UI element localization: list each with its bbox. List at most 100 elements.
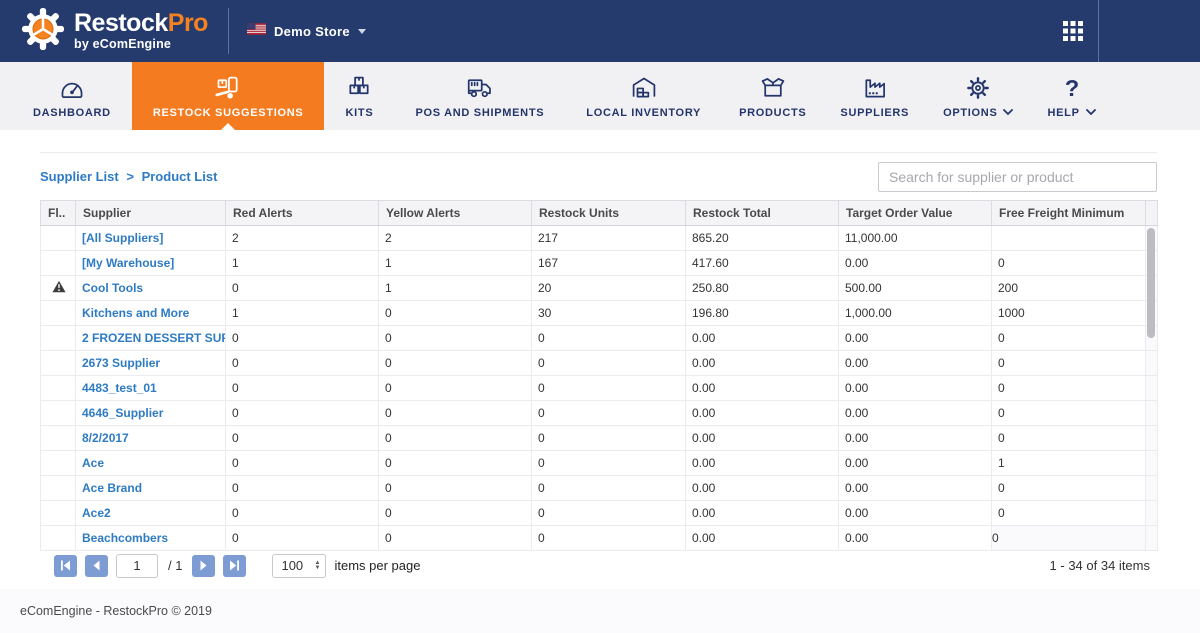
table-row: 2 FROZEN DESSERT SUPP… 0 0 0 0.00 0.00 0 <box>40 325 1158 351</box>
nav-pos-and-shipments[interactable]: POS AND SHIPMENTS <box>394 62 565 130</box>
yellow-alerts-cell: 0 <box>378 525 532 551</box>
warning-icon <box>52 280 66 293</box>
table-row: Beachcombers 0 0 0 0.00 0.00 0 <box>40 525 1158 551</box>
vertical-scrollbar-thumb[interactable] <box>1147 228 1155 338</box>
target-order-value-cell: 0.00 <box>838 425 992 451</box>
restock-total-cell: 0.00 <box>685 450 839 476</box>
hand-truck-icon <box>214 74 242 101</box>
nav-local-inventory[interactable]: LOCAL INVENTORY <box>565 62 722 130</box>
supplier-cell: Kitchens and More <box>75 300 226 326</box>
supplier-link[interactable]: Ace Brand <box>82 481 142 495</box>
breadcrumb-separator: > <box>126 169 134 184</box>
table-row: Cool Tools 0 1 20 250.80 500.00 200 <box>40 275 1158 301</box>
nav-label: SUPPLIERS <box>840 106 910 119</box>
nav-suppliers[interactable]: SUPPLIERS <box>823 62 926 130</box>
supplier-link[interactable]: [My Warehouse] <box>82 256 174 270</box>
first-page-button[interactable] <box>54 554 77 577</box>
flag-cell <box>40 300 76 326</box>
nav-dashboard[interactable]: DASHBOARD <box>12 62 132 130</box>
restock-total-cell: 0.00 <box>685 400 839 426</box>
supplier-link[interactable]: Cool Tools <box>82 281 143 295</box>
apps-grid-button[interactable] <box>1049 0 1098 62</box>
supplier-link[interactable]: 2 FROZEN DESSERT SUPP… <box>82 331 226 345</box>
flag-cell <box>40 375 76 401</box>
target-order-value-cell: 0.00 <box>838 350 992 376</box>
yellow-alerts-cell: 0 <box>378 450 532 476</box>
supplier-cell: 4646_Supplier <box>75 400 226 426</box>
col-supplier[interactable]: Supplier <box>75 200 226 226</box>
supplier-link[interactable]: 4483_test_01 <box>82 381 157 395</box>
flag-cell <box>40 400 76 426</box>
restock-units-cell: 167 <box>531 250 686 276</box>
last-page-button[interactable] <box>223 554 247 577</box>
nav-restock-suggestions[interactable]: RESTOCK SUGGESTIONS <box>131 62 325 130</box>
supplier-link[interactable]: Ace <box>82 456 104 470</box>
nav-products[interactable]: PRODUCTS <box>722 62 823 130</box>
col-target-order-value[interactable]: Target Order Value <box>838 200 992 226</box>
content-card: Supplier List > Product List Fl.. Suppli… <box>40 152 1158 551</box>
brand-name: RestockPro <box>74 9 208 38</box>
supplier-link[interactable]: [All Suppliers] <box>82 231 163 245</box>
free-freight-cell: 1000 <box>991 300 1146 326</box>
free-freight-cell: 0 <box>991 250 1146 276</box>
supplier-link[interactable]: Beachcombers <box>82 531 168 545</box>
breadcrumb-product-list[interactable]: Product List <box>142 169 218 184</box>
red-alerts-cell: 0 <box>225 275 379 301</box>
table-row: Ace Brand 0 0 0 0.00 0.00 0 <box>40 475 1158 501</box>
scroll-track-cell <box>1145 425 1158 451</box>
supplier-cell: Ace Brand <box>75 475 226 501</box>
col-restock-total[interactable]: Restock Total <box>685 200 839 226</box>
nav-kits[interactable]: KITS <box>324 62 394 130</box>
col-flags[interactable]: Fl.. <box>40 200 76 226</box>
nav-options[interactable]: OPTIONS <box>926 62 1030 130</box>
supplier-cell: [All Suppliers] <box>75 225 226 251</box>
supplier-link[interactable]: 2673 Supplier <box>82 356 160 370</box>
supplier-link[interactable]: Ace2 <box>82 506 111 520</box>
next-page-button[interactable] <box>192 554 216 577</box>
table-row: 4483_test_01 0 0 0 0.00 0.00 0 <box>40 375 1158 401</box>
red-alerts-cell: 0 <box>225 400 379 426</box>
items-range-label: 1 - 34 of 34 items <box>1049 558 1150 573</box>
flag-cell <box>40 500 76 526</box>
target-order-value-cell: 0.00 <box>838 525 992 551</box>
header-spacer <box>1099 0 1200 62</box>
col-yellow-alerts[interactable]: Yellow Alerts <box>378 200 532 226</box>
col-restock-units[interactable]: Restock Units <box>531 200 686 226</box>
truck-icon <box>465 74 495 101</box>
supplier-table: Fl.. Supplier Red Alerts Yellow Alerts R… <box>40 200 1158 551</box>
search-input[interactable] <box>878 161 1157 192</box>
grid-icon <box>1063 20 1083 41</box>
breadcrumb-supplier-list[interactable]: Supplier List <box>40 169 119 184</box>
supplier-link[interactable]: 4646_Supplier <box>82 406 163 420</box>
red-alerts-cell: 0 <box>225 375 379 401</box>
red-alerts-cell: 0 <box>225 450 379 476</box>
red-alerts-cell: 0 <box>225 500 379 526</box>
previous-page-button[interactable] <box>85 554 108 577</box>
scroll-track-cell <box>1145 400 1158 426</box>
store-selector[interactable]: Demo Store <box>229 22 384 40</box>
supplier-cell: Beachcombers <box>75 525 226 551</box>
supplier-link[interactable]: Kitchens and More <box>82 306 189 320</box>
col-free-freight-minimum[interactable]: Free Freight Minimum <box>991 200 1146 226</box>
free-freight-cell: 0 <box>991 325 1146 351</box>
next-page-icon <box>200 560 207 571</box>
items-per-page-select[interactable]: 100 ▲ ▼ <box>272 553 327 578</box>
free-freight-cell: 0 <box>991 425 1146 451</box>
main-nav: DASHBOARD RESTOCK SUGGESTIONS KITS POS A… <box>0 62 1200 130</box>
footer: eComEngine - RestockPro © 2019 <box>0 589 1200 633</box>
red-alerts-cell: 1 <box>225 250 379 276</box>
flag-cell <box>40 250 76 276</box>
free-freight-cell: 200 <box>991 275 1146 301</box>
target-order-value-cell: 1,000.00 <box>838 300 992 326</box>
free-freight-cell: 0 <box>991 400 1146 426</box>
page-number-input[interactable] <box>116 553 158 578</box>
col-red-alerts[interactable]: Red Alerts <box>225 200 379 226</box>
restock-total-cell: 196.80 <box>685 300 839 326</box>
table-row: Ace2 0 0 0 0.00 0.00 0 <box>40 500 1158 526</box>
supplier-cell: [My Warehouse] <box>75 250 226 276</box>
supplier-link[interactable]: 8/2/2017 <box>82 431 129 445</box>
restock-units-cell: 0 <box>531 475 686 501</box>
nav-help[interactable]: ? HELP <box>1030 62 1112 130</box>
nav-label: POS AND SHIPMENTS <box>415 106 545 119</box>
flag-cell <box>40 525 76 551</box>
